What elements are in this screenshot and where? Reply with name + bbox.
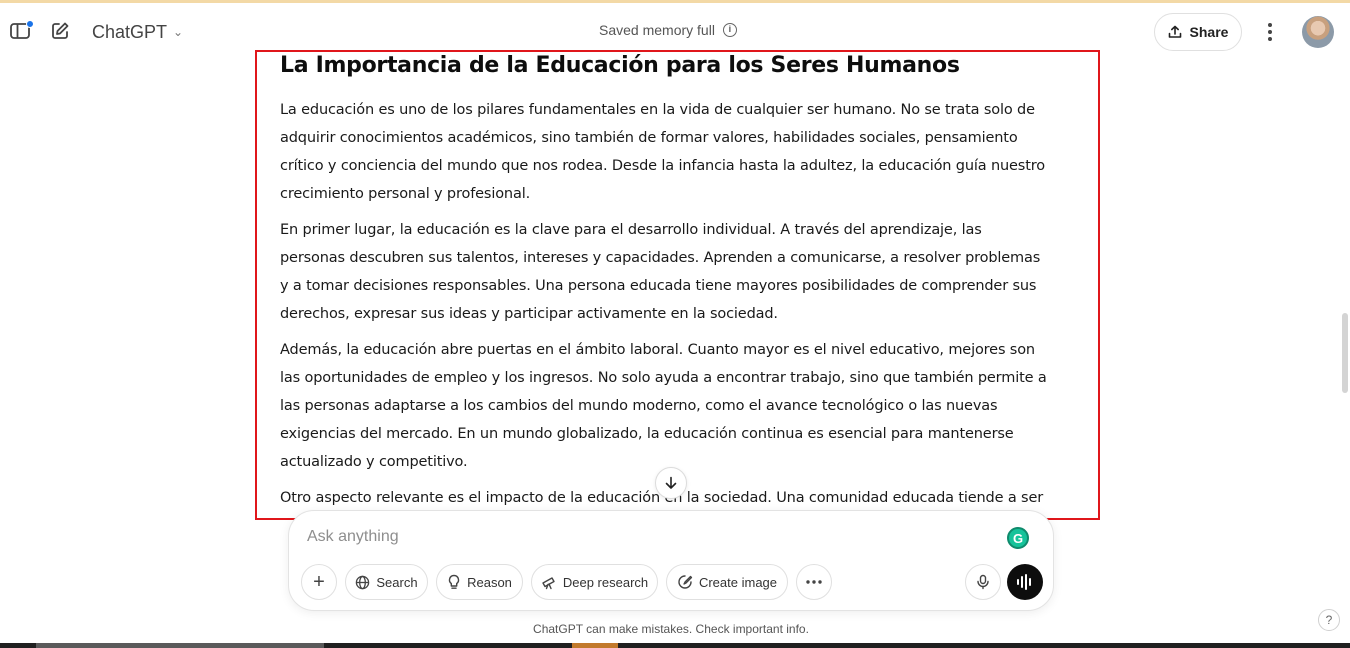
model-selector[interactable]: ChatGPT ⌄	[88, 19, 187, 45]
taskbar-segment	[36, 643, 324, 648]
scrollbar-thumb[interactable]	[1342, 313, 1348, 393]
more-options-button[interactable]	[1255, 17, 1285, 47]
search-button[interactable]: Search	[345, 564, 428, 600]
app-title: ChatGPT	[92, 21, 168, 42]
memory-status-label: Saved memory full	[599, 22, 715, 38]
image-brush-icon	[678, 575, 693, 589]
header: ChatGPT ⌄ Saved memory full i Share	[0, 3, 1350, 59]
more-tools-button[interactable]	[796, 564, 832, 600]
taskbar-strip	[0, 643, 1350, 648]
chevron-down-icon: ⌄	[173, 25, 184, 39]
dictate-button[interactable]	[965, 564, 1001, 600]
more-horizontal-icon	[806, 580, 822, 584]
disclaimer-text: ChatGPT can make mistakes. Check importa…	[533, 622, 809, 636]
article-paragraph: En primer lugar, la educación es la clav…	[280, 222, 1041, 322]
share-button[interactable]: Share	[1154, 13, 1242, 51]
more-vertical-icon	[1268, 23, 1272, 41]
new-chat-button[interactable]	[42, 13, 78, 49]
sidebar-toggle-button[interactable]	[2, 13, 38, 49]
microphone-icon	[977, 574, 989, 590]
create-image-label: Create image	[698, 574, 778, 590]
reason-button[interactable]: Reason	[436, 564, 523, 600]
create-image-button[interactable]: Create image	[666, 564, 788, 600]
search-label: Search	[376, 574, 418, 590]
notification-dot	[26, 20, 34, 28]
memory-status[interactable]: Saved memory full i	[599, 22, 737, 38]
info-icon: i	[722, 23, 737, 37]
assistant-message: La Importancia de la Educación para los …	[280, 52, 1050, 520]
edit-icon	[52, 22, 69, 39]
deep-research-button[interactable]: Deep research	[531, 564, 658, 600]
grammarly-icon[interactable]: G	[1007, 527, 1029, 549]
help-button[interactable]: ?	[1318, 609, 1340, 631]
upload-icon	[1168, 25, 1181, 38]
prompt-input[interactable]: Ask anything	[307, 528, 399, 546]
voice-mode-button[interactable]	[1007, 564, 1043, 600]
arrow-down-icon	[665, 476, 677, 489]
plus-icon: +	[313, 571, 325, 593]
article-title: La Importancia de la Educación para los …	[280, 53, 960, 78]
lightbulb-icon	[448, 574, 460, 589]
telescope-icon	[542, 577, 555, 590]
globe-icon	[356, 575, 370, 589]
share-label: Share	[1189, 24, 1229, 40]
article-paragraph: La educación es uno de los pilares funda…	[280, 102, 1045, 202]
reason-label: Reason	[467, 574, 512, 590]
deep-research-label: Deep research	[562, 574, 649, 590]
composer: Ask anything G + Search Reason Deep rese…	[288, 510, 1054, 611]
scroll-to-bottom-button[interactable]	[655, 467, 687, 499]
add-attachment-button[interactable]: +	[301, 564, 337, 600]
taskbar-segment-active	[572, 643, 618, 648]
voice-waveform-icon	[1017, 574, 1031, 590]
avatar[interactable]	[1302, 16, 1334, 48]
article-paragraph: Además, la educación abre puertas en el …	[280, 342, 1047, 470]
